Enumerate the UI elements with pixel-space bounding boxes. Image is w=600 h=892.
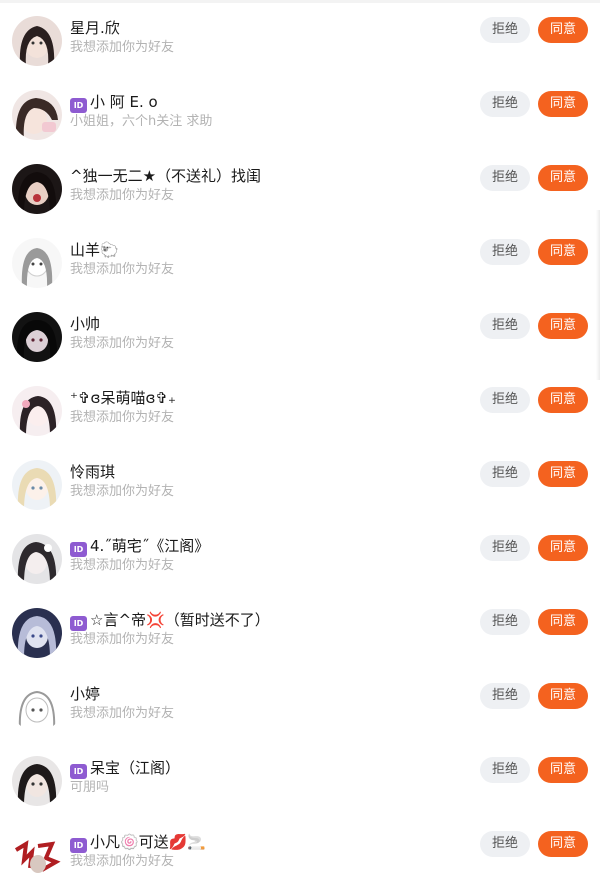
accept-button[interactable]: 同意 <box>538 535 588 561</box>
request-message: 我想添加你为好友 <box>70 40 175 55</box>
reject-button[interactable]: 拒绝 <box>480 387 530 413</box>
avatar[interactable] <box>12 312 62 362</box>
friend-request-row[interactable]: ID 4.˝萌宅˝《江阁》 我想添加你为好友 拒绝 同意 <box>0 534 600 608</box>
avatar[interactable] <box>12 830 62 880</box>
avatar[interactable] <box>12 460 62 510</box>
id-badge-icon: ID <box>70 764 87 779</box>
id-badge-icon: ID <box>70 542 87 557</box>
requester-name: 山羊🐑 <box>70 241 119 259</box>
requester-name: ID 小 阿 E. o <box>70 92 158 113</box>
reject-button[interactable]: 拒绝 <box>480 165 530 191</box>
friend-request-row[interactable]: 小帅 我想添加你为好友 拒绝 同意 <box>0 312 600 386</box>
friend-request-row[interactable]: 星月.欣 我想添加你为好友 拒绝 同意 <box>0 16 600 90</box>
requester-name: ^独一无二★（不送礼）找闺 <box>70 167 262 185</box>
reject-button[interactable]: 拒绝 <box>480 609 530 635</box>
top-divider <box>0 0 600 3</box>
id-badge-icon: ID <box>70 616 87 631</box>
reject-button[interactable]: 拒绝 <box>480 757 530 783</box>
friend-request-row[interactable]: ID 小 阿 E. o 小姐姐，六个h关注 求助 拒绝 同意 <box>0 90 600 164</box>
reject-button[interactable]: 拒绝 <box>480 239 530 265</box>
id-badge-icon: ID <box>70 838 87 853</box>
accept-button[interactable]: 同意 <box>538 17 588 43</box>
scroll-edge-shadow <box>596 210 600 380</box>
request-message: 我想添加你为好友 <box>70 410 175 425</box>
accept-button[interactable]: 同意 <box>538 461 588 487</box>
avatar[interactable] <box>12 238 62 288</box>
friend-request-row[interactable]: ID 小凡🍥可送💋🚬 我想添加你为好友 拒绝 同意 <box>0 830 600 892</box>
avatar[interactable] <box>12 756 62 806</box>
accept-button[interactable]: 同意 <box>538 165 588 191</box>
friend-request-row[interactable]: ID 呆宝（江阁） 可朋吗 拒绝 同意 <box>0 756 600 830</box>
requester-name: ID ☆言^帝💢（暂时送不了） <box>70 610 270 631</box>
avatar[interactable] <box>12 682 62 732</box>
requester-name: ID 呆宝（江阁） <box>70 758 180 779</box>
request-message: 我想添加你为好友 <box>70 336 175 351</box>
friend-request-row[interactable]: 小婷 我想添加你为好友 拒绝 同意 <box>0 682 600 756</box>
friend-request-row[interactable]: 怜雨琪 我想添加你为好友 拒绝 同意 <box>0 460 600 534</box>
reject-button[interactable]: 拒绝 <box>480 683 530 709</box>
friend-request-row[interactable]: ID ☆言^帝💢（暂时送不了） 我想添加你为好友 拒绝 同意 <box>0 608 600 682</box>
accept-button[interactable]: 同意 <box>538 239 588 265</box>
reject-button[interactable]: 拒绝 <box>480 313 530 339</box>
requester-name: 星月.欣 <box>70 19 120 37</box>
avatar[interactable] <box>12 164 62 214</box>
accept-button[interactable]: 同意 <box>538 831 588 857</box>
avatar[interactable] <box>12 16 62 66</box>
reject-button[interactable]: 拒绝 <box>480 461 530 487</box>
friend-request-list: 星月.欣 我想添加你为好友 拒绝 同意 ID 小 阿 E. o 小姐姐，六个h关注… <box>0 0 600 892</box>
avatar[interactable] <box>12 534 62 584</box>
request-message: 我想添加你为好友 <box>70 632 175 647</box>
request-message: 我想添加你为好友 <box>70 484 175 499</box>
requester-name: ID 小凡🍥可送💋🚬 <box>70 832 206 853</box>
accept-button[interactable]: 同意 <box>538 757 588 783</box>
requester-name: 怜雨琪 <box>70 463 116 481</box>
id-badge-icon: ID <box>70 98 87 113</box>
avatar[interactable] <box>12 386 62 436</box>
request-message: 小姐姐，六个h关注 求助 <box>70 114 213 129</box>
avatar[interactable] <box>12 90 62 140</box>
reject-button[interactable]: 拒绝 <box>480 831 530 857</box>
request-message: 可朋吗 <box>70 780 110 795</box>
accept-button[interactable]: 同意 <box>538 609 588 635</box>
request-message: 我想添加你为好友 <box>70 262 175 277</box>
friend-request-row[interactable]: 山羊🐑 我想添加你为好友 拒绝 同意 <box>0 238 600 312</box>
friend-request-row[interactable]: ^独一无二★（不送礼）找闺 我想添加你为好友 拒绝 同意 <box>0 164 600 238</box>
accept-button[interactable]: 同意 <box>538 313 588 339</box>
request-message: 我想添加你为好友 <box>70 854 175 869</box>
friend-request-row[interactable]: ⁺✞ɞ呆萌喵ɞ✞₊ 我想添加你为好友 拒绝 同意 <box>0 386 600 460</box>
reject-button[interactable]: 拒绝 <box>480 17 530 43</box>
accept-button[interactable]: 同意 <box>538 387 588 413</box>
accept-button[interactable]: 同意 <box>538 683 588 709</box>
requester-name: ⁺✞ɞ呆萌喵ɞ✞₊ <box>70 389 176 407</box>
requester-name: 小婷 <box>70 685 101 703</box>
accept-button[interactable]: 同意 <box>538 91 588 117</box>
request-message: 我想添加你为好友 <box>70 558 175 573</box>
reject-button[interactable]: 拒绝 <box>480 535 530 561</box>
request-message: 我想添加你为好友 <box>70 706 175 721</box>
avatar[interactable] <box>12 608 62 658</box>
requester-name: 小帅 <box>70 315 101 333</box>
reject-button[interactable]: 拒绝 <box>480 91 530 117</box>
request-message: 我想添加你为好友 <box>70 188 175 203</box>
requester-name: ID 4.˝萌宅˝《江阁》 <box>70 536 209 557</box>
